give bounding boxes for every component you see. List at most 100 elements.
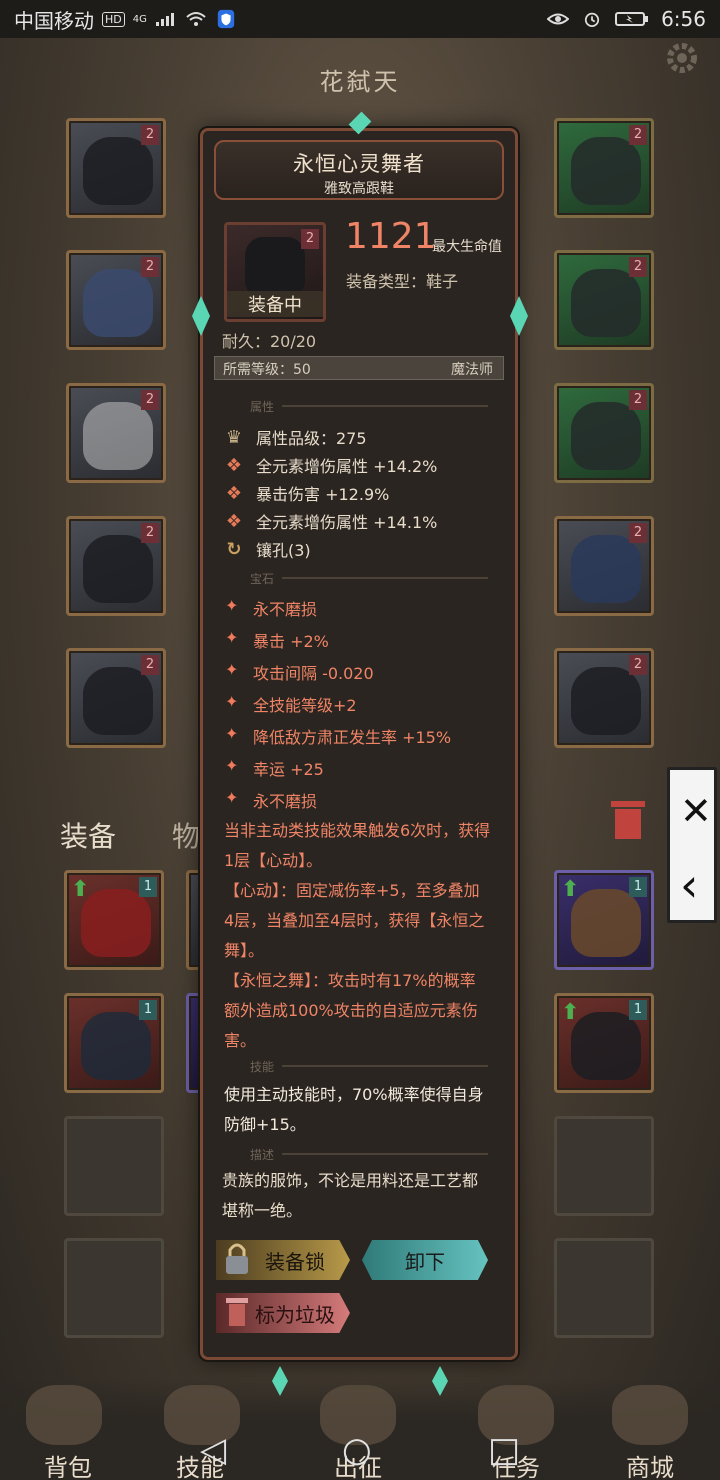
hd-badge: HD bbox=[102, 11, 125, 27]
character-name: 花弑天 bbox=[319, 68, 401, 96]
main-stat-label: 最大生命值 bbox=[432, 239, 502, 255]
alarm-icon bbox=[584, 12, 600, 27]
battery-icon bbox=[615, 12, 649, 26]
divider bbox=[282, 405, 488, 407]
durability: 耐久：20/20 bbox=[222, 332, 317, 351]
equip-slot-pants[interactable]: 2 bbox=[66, 516, 166, 616]
divider bbox=[282, 1153, 488, 1155]
gem-effect: ✦ 全技能等级+2 bbox=[225, 692, 357, 715]
slot-count-badge: 1 bbox=[629, 1000, 647, 1020]
necklace-art bbox=[571, 137, 641, 205]
main-stat-value: 1121 bbox=[345, 216, 437, 257]
equip-slot-helmet[interactable]: 2 bbox=[66, 118, 166, 218]
slot-level-badge: 2 bbox=[141, 523, 159, 543]
chevron-left-icon[interactable]: ‹ bbox=[680, 862, 698, 908]
inventory-slot[interactable]: ⬆ 1 bbox=[64, 870, 164, 970]
description-text: 贵族的服饰，不论是用料还是工艺都 堪称一绝。 bbox=[222, 1171, 479, 1220]
gem-effect: ✦ 攻击间隔 -0.020 bbox=[225, 660, 374, 683]
attribute-row: ♛ 属性品级：275 bbox=[222, 425, 367, 449]
divider bbox=[282, 577, 488, 579]
wifi-icon bbox=[186, 12, 206, 26]
gem-effect: ✦ 降低敌方肃正发生率 +15% bbox=[225, 724, 452, 747]
item-name: 永恒心灵舞者 bbox=[293, 152, 425, 176]
gem-icon: ✦ bbox=[225, 756, 239, 775]
equip-slot-armor[interactable]: 2 bbox=[66, 250, 166, 350]
equip-slot-shoes[interactable]: 2 bbox=[66, 648, 166, 748]
pants-art bbox=[83, 535, 153, 603]
gem-icon: ✦ bbox=[225, 788, 239, 807]
carrier-label: 中国移动 bbox=[14, 8, 94, 33]
attribute-row: ↻ 镶孔(3) bbox=[222, 537, 310, 561]
armor-art bbox=[83, 269, 153, 337]
inventory-slot-empty[interactable] bbox=[64, 1116, 164, 1216]
equip-slot-ring-2[interactable]: 2 bbox=[554, 383, 654, 483]
helmet-art bbox=[83, 137, 153, 205]
network-type: 4G bbox=[132, 13, 147, 25]
equip-slot-ring-1[interactable]: 2 bbox=[554, 250, 654, 350]
system-back-icon[interactable]: ◁ bbox=[200, 1430, 226, 1470]
wolf-art bbox=[571, 667, 641, 735]
slot-level-badge: 2 bbox=[629, 655, 647, 675]
equip-slot-necklace[interactable]: 2 bbox=[554, 118, 654, 218]
equip-slot-pet[interactable]: 2 bbox=[554, 648, 654, 748]
slot-level-badge: 2 bbox=[629, 390, 647, 410]
nav-backpack[interactable]: 背包 bbox=[44, 1448, 92, 1480]
slot-level-badge: 2 bbox=[141, 655, 159, 675]
gem-icon: ✦ bbox=[225, 660, 239, 679]
trash-can-icon bbox=[226, 1298, 248, 1326]
inventory-slot[interactable]: ⬆ 1 bbox=[554, 993, 654, 1093]
gem-icon: ✦ bbox=[225, 692, 239, 711]
attribute-row: ❖ 暴击伤害 +12.9% bbox=[222, 481, 389, 505]
slot-count-badge: 1 bbox=[629, 877, 647, 897]
gloves-art bbox=[83, 402, 153, 470]
item-level-badge: 2 bbox=[301, 229, 319, 249]
gem-effect: ✦ 暴击 +2% bbox=[225, 628, 329, 651]
inventory-slot-empty[interactable] bbox=[554, 1116, 654, 1216]
skill-text: 使用主动技能时，70%概率使得自身 防御+15。 bbox=[224, 1085, 484, 1134]
gem-icon: ✦ bbox=[225, 628, 239, 647]
system-home-icon[interactable]: ○ bbox=[342, 1430, 372, 1470]
inventory-slot-empty[interactable] bbox=[554, 1238, 654, 1338]
gem-icon: ✦ bbox=[225, 596, 239, 615]
section-header-attributes: 属性 bbox=[250, 400, 275, 414]
weapon-art bbox=[571, 535, 641, 603]
slot-level-badge: 2 bbox=[141, 125, 159, 145]
unequip-button[interactable]: 卸下 bbox=[362, 1240, 488, 1280]
equip-slot-weapon[interactable]: 2 bbox=[554, 516, 654, 616]
lock-icon bbox=[226, 1243, 248, 1274]
required-level: 所需等级：50 bbox=[223, 362, 311, 378]
tab-equipment[interactable]: 装备 bbox=[60, 815, 116, 855]
shoes-art bbox=[83, 667, 153, 735]
boots-art bbox=[571, 889, 641, 957]
item-subtitle: 雅致高跟鞋 bbox=[324, 181, 394, 197]
nav-shop[interactable]: 商城 bbox=[626, 1448, 674, 1480]
section-header-skill: 技能 bbox=[250, 1060, 275, 1074]
quality-icon: ♛ bbox=[225, 426, 243, 448]
slot-count-badge: 1 bbox=[139, 877, 157, 897]
shop-icon[interactable] bbox=[612, 1385, 688, 1445]
slot-level-badge: 2 bbox=[629, 257, 647, 277]
affix-icon: ❖ bbox=[225, 510, 243, 532]
status-bar: 中国移动 HD 4G 6:56 bbox=[0, 0, 720, 38]
gem-effect: ✦ 永不磨损 bbox=[225, 596, 318, 619]
attribute-row: ❖ 全元素增伤属性 +14.1% bbox=[222, 509, 437, 533]
system-recents-icon[interactable]: □ bbox=[488, 1430, 520, 1470]
slot-level-badge: 2 bbox=[629, 523, 647, 543]
gear-icon[interactable] bbox=[662, 38, 702, 78]
trash-icon[interactable] bbox=[605, 795, 651, 843]
affix-icon: ❖ bbox=[225, 454, 243, 476]
inventory-slot[interactable]: ⬆ 1 bbox=[554, 870, 654, 970]
slot-count-badge: 1 bbox=[139, 1000, 157, 1020]
inventory-slot[interactable]: 1 bbox=[64, 993, 164, 1093]
equip-slot-gloves[interactable]: 2 bbox=[66, 383, 166, 483]
close-icon[interactable]: ✕ bbox=[680, 792, 712, 830]
inventory-slot-empty[interactable] bbox=[64, 1238, 164, 1338]
cape-art bbox=[81, 889, 151, 957]
slot-level-badge: 2 bbox=[141, 257, 159, 277]
gem-icon: ✦ bbox=[225, 724, 239, 743]
gem-effect: ✦ 幸运 +25 bbox=[225, 756, 324, 779]
backpack-icon[interactable] bbox=[26, 1385, 102, 1445]
heels-art bbox=[245, 237, 305, 299]
ring-art bbox=[571, 402, 641, 470]
item-thumbnail: 2 装备中 bbox=[224, 222, 326, 322]
